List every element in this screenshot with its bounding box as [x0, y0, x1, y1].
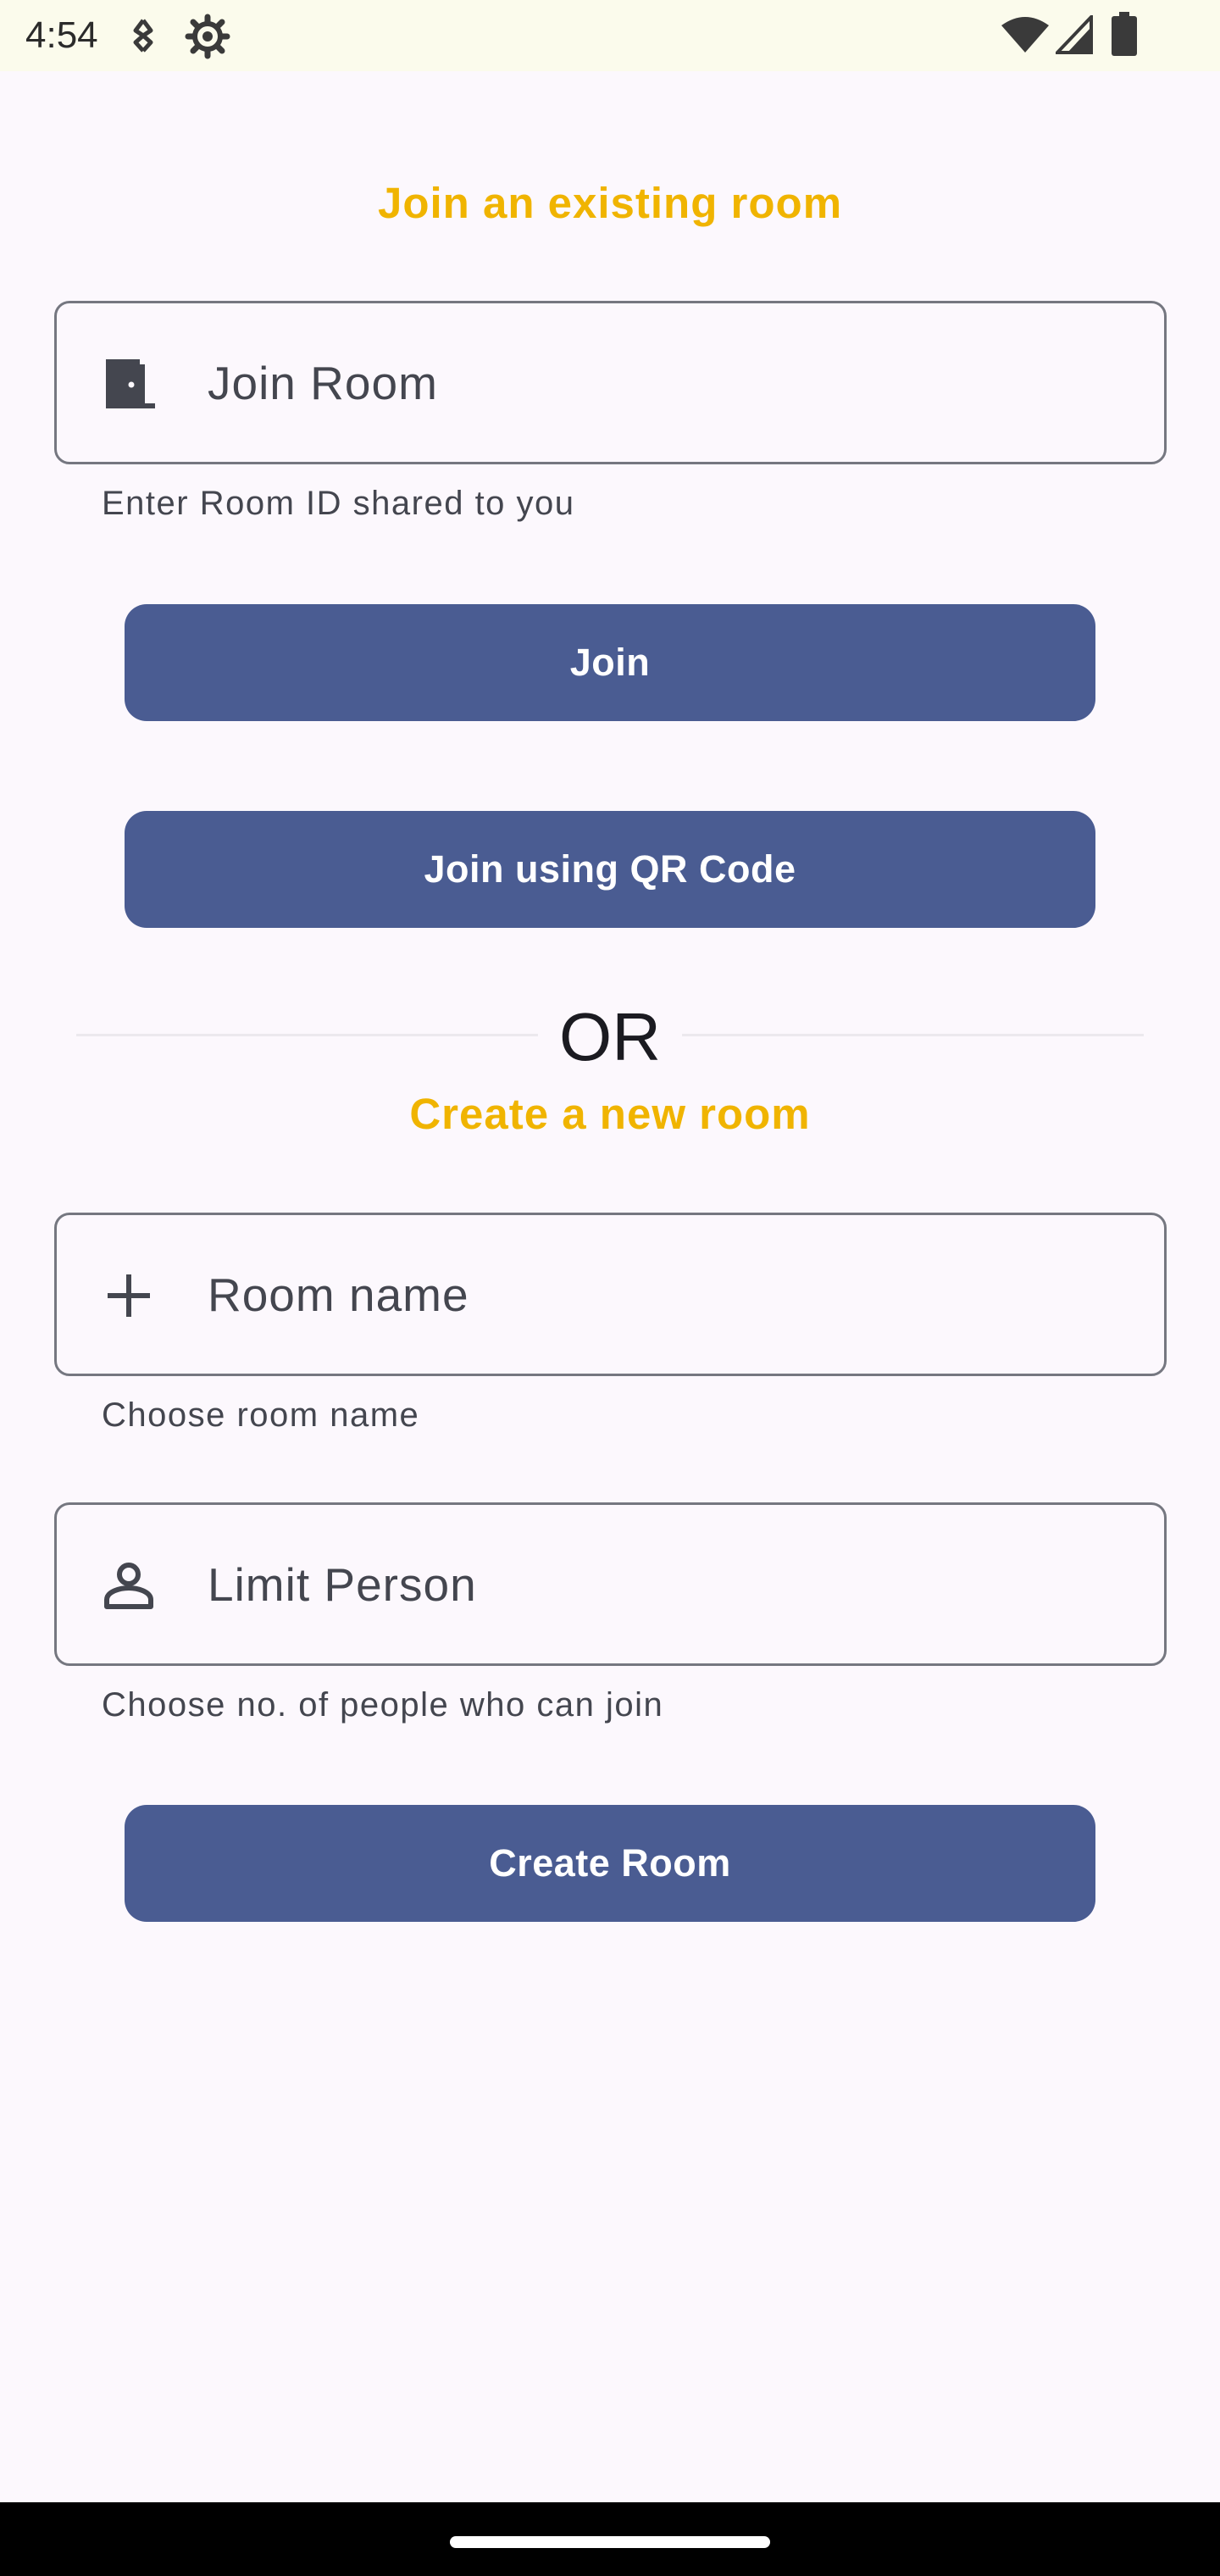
person-icon [99, 1556, 158, 1615]
door-icon [99, 354, 158, 414]
join-qr-button[interactable]: Join using QR Code [125, 811, 1095, 928]
app-screen: 4:54 Join an existing room Join Room Ent… [0, 0, 1220, 2576]
signal-vibrate-icon [127, 17, 159, 58]
cell-signal-icon [1053, 13, 1093, 58]
join-section-title: Join an existing room [377, 179, 843, 227]
plus-icon [99, 1266, 158, 1325]
create-section-title: Create a new room [409, 1090, 811, 1138]
join-room-helper: Enter Room ID shared to you [102, 485, 575, 522]
battery-icon [1112, 12, 1137, 60]
room-name-helper: Choose room name [102, 1396, 420, 1434]
status-time: 4:54 [25, 14, 98, 56]
room-name-label: Room name [208, 1269, 469, 1321]
room-name-input[interactable]: Room name [54, 1213, 1167, 1376]
status-bar: 4:54 [0, 0, 1220, 71]
limit-person-helper: Choose no. of people who can join [102, 1686, 664, 1724]
or-divider-text: OR [559, 999, 661, 1074]
join-button[interactable]: Join [125, 604, 1095, 721]
settings-gear-icon [185, 14, 230, 64]
wifi-icon [1000, 15, 1051, 58]
limit-person-input[interactable]: Limit Person [54, 1502, 1167, 1666]
limit-person-label: Limit Person [208, 1558, 477, 1611]
create-room-button[interactable]: Create Room [125, 1805, 1095, 1922]
home-gesture-handle[interactable] [450, 2536, 770, 2548]
navigation-bar [0, 2502, 1220, 2576]
join-room-label: Join Room [208, 357, 438, 409]
join-room-input[interactable]: Join Room [54, 301, 1167, 464]
